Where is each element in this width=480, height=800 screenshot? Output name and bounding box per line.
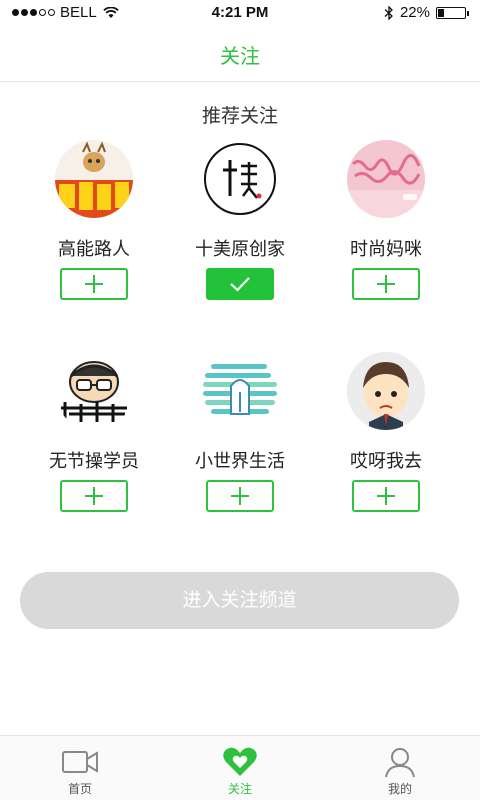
account-name: 高能路人	[58, 239, 130, 260]
account-card: 时尚妈咪	[311, 140, 461, 315]
battery-level	[438, 8, 444, 17]
avatar[interactable]	[347, 140, 425, 218]
plus-icon	[377, 275, 395, 293]
follow-button[interactable]	[60, 268, 128, 300]
heart-icon	[223, 747, 257, 776]
account-name: 十美原创家	[195, 239, 285, 260]
account-card: 无节操学员	[19, 352, 169, 527]
plus-icon	[231, 487, 249, 505]
plus-icon	[85, 487, 103, 505]
account-card: 十美原创家	[165, 140, 315, 315]
battery-percent: 22%	[399, 4, 430, 21]
video-camera-icon	[62, 751, 98, 773]
avatar[interactable]	[347, 352, 425, 430]
account-name: 小世界生活	[195, 451, 285, 472]
plus-icon	[377, 487, 395, 505]
page-title: 关注	[220, 44, 260, 68]
avatar-image	[347, 140, 425, 218]
avatar-image	[55, 140, 133, 218]
follow-button[interactable]	[60, 480, 128, 512]
account-name: 时尚妈咪	[350, 239, 422, 260]
checkmark-icon	[230, 277, 250, 292]
status-right: 22%	[384, 4, 469, 21]
status-bar: BELL 4:21 PM 22%	[0, 0, 480, 26]
person-icon	[385, 748, 415, 778]
followed-button[interactable]	[206, 268, 274, 300]
follow-button[interactable]	[206, 480, 274, 512]
tab-home[interactable]: 首页	[0, 736, 160, 800]
tab-me[interactable]: 我的	[320, 736, 480, 800]
battery-icon	[436, 6, 469, 19]
avatar-image	[201, 352, 279, 430]
tab-label: 关注	[227, 782, 252, 796]
avatar[interactable]	[55, 140, 133, 218]
tab-follow[interactable]: 关注	[160, 736, 320, 800]
enter-follow-channel-button[interactable]: 进入关注频道	[20, 572, 459, 629]
avatar[interactable]	[201, 352, 279, 430]
plus-icon	[85, 275, 103, 293]
avatar[interactable]	[201, 140, 279, 218]
avatar-image	[55, 352, 133, 430]
follow-button[interactable]	[352, 480, 420, 512]
avatar[interactable]	[55, 352, 133, 430]
tab-bar: 首页 关注 我的	[0, 735, 480, 800]
tab-label: 首页	[67, 782, 92, 796]
tab-label: 我的	[387, 782, 412, 796]
follow-button[interactable]	[352, 268, 420, 300]
account-card: 哎呀我去	[311, 352, 461, 527]
account-card: 高能路人	[19, 140, 169, 315]
account-card: 小世界生活	[165, 352, 315, 527]
section-title: 推荐关注	[201, 105, 278, 127]
account-name: 哎呀我去	[350, 451, 422, 472]
bluetooth-icon	[384, 5, 393, 20]
avatar-image	[347, 352, 425, 430]
nav-bar: 关注	[0, 26, 480, 82]
avatar-image	[201, 140, 279, 218]
account-name: 无节操学员	[49, 451, 139, 472]
